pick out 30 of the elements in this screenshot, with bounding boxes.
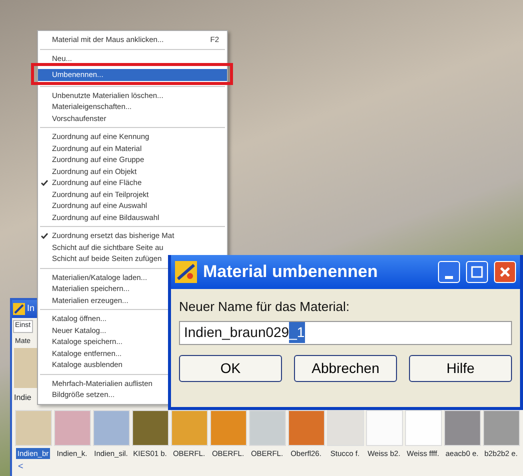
material-swatch[interactable] (248, 410, 286, 446)
material-swatch[interactable] (54, 410, 90, 446)
minimize-button[interactable] (438, 261, 460, 283)
maximize-button[interactable] (466, 261, 488, 283)
material-swatch[interactable] (92, 410, 130, 446)
close-button[interactable] (494, 261, 516, 283)
material-swatch[interactable] (170, 410, 208, 446)
dialog-title: Material umbenennen (203, 261, 379, 284)
material-swatch[interactable] (210, 410, 246, 446)
material-swatch[interactable] (444, 410, 480, 446)
name-input-field[interactable]: Indien_braun029_1 (179, 320, 512, 344)
material-swatch[interactable] (482, 410, 520, 446)
field-label: Neuer Name für das Material: (179, 298, 351, 316)
scroll-left-button[interactable]: < (18, 460, 24, 474)
dialog-button[interactable]: OK (179, 354, 282, 382)
material-swatch[interactable] (14, 410, 52, 446)
app-icon (13, 303, 25, 315)
material-label: Indie (14, 392, 32, 404)
material-swatch[interactable] (404, 410, 442, 446)
app-icon (175, 261, 197, 283)
dialog-button[interactable]: Hilfe (409, 354, 512, 382)
material-swatch[interactable] (288, 410, 324, 446)
material-swatch[interactable] (366, 410, 402, 446)
close-icon (499, 266, 511, 278)
material-swatch[interactable] (132, 410, 168, 446)
material-swatch[interactable] (326, 410, 364, 446)
window-title: In (27, 302, 35, 316)
minimize-icon (445, 276, 453, 278)
maximize-icon (471, 266, 483, 278)
dialog-button[interactable]: Abbrechen (294, 354, 397, 382)
